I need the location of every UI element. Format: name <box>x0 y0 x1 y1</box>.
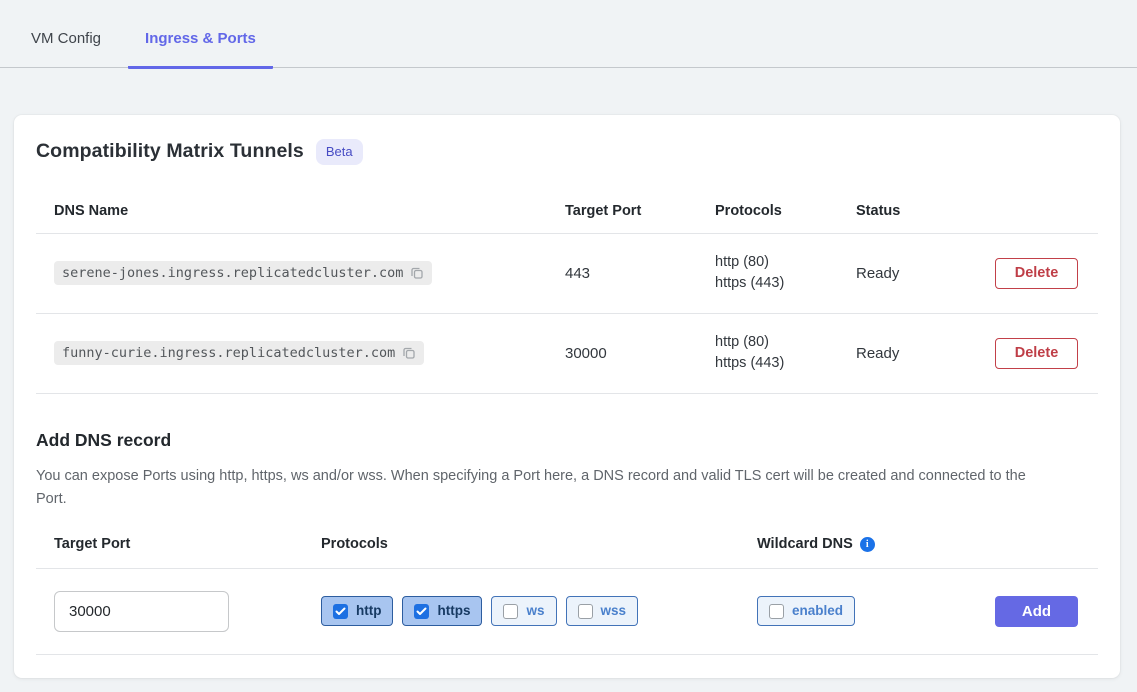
tab-ingress-ports[interactable]: Ingress & Ports <box>128 0 273 69</box>
tunnels-card: Compatibility Matrix Tunnels Beta DNS Na… <box>14 115 1120 678</box>
table-row: serene-jones.ingress.replicatedcluster.c… <box>36 234 1098 314</box>
target-port-cell: 30000 <box>565 345 715 362</box>
column-header-target-port: Target Port <box>565 203 715 219</box>
protocol-label: wss <box>601 603 627 619</box>
delete-button[interactable]: Delete <box>995 338 1078 369</box>
protocol-checkbox-https[interactable]: https <box>402 596 482 626</box>
info-icon[interactable]: i <box>860 537 875 552</box>
protocol-label: https <box>437 603 470 619</box>
dns-name-pill: funny-curie.ingress.replicatedcluster.co… <box>54 341 424 365</box>
checkbox-checked-icon <box>333 604 348 619</box>
tunnels-table: DNS Name Target Port Protocols Status se… <box>36 190 1098 394</box>
protocol-checkbox-http[interactable]: http <box>321 596 393 626</box>
checkbox-unchecked-icon <box>503 604 518 619</box>
dns-name-cell: serene-jones.ingress.replicatedcluster.c… <box>36 261 565 285</box>
actions-cell: Delete <box>976 258 1098 289</box>
dns-name-cell: funny-curie.ingress.replicatedcluster.co… <box>36 341 565 365</box>
protocol-line: https (443) <box>715 353 856 374</box>
column-header-protocols: Protocols <box>715 203 856 219</box>
add-form-row: http https ws wss <box>36 569 1098 654</box>
card-bottom-divider <box>36 654 1098 655</box>
table-row: funny-curie.ingress.replicatedcluster.co… <box>36 314 1098 394</box>
form-header-target-port: Target Port <box>36 536 321 552</box>
protocol-label: http <box>356 603 381 619</box>
wildcard-label: enabled <box>792 603 843 619</box>
dns-name-pill: serene-jones.ingress.replicatedcluster.c… <box>54 261 432 285</box>
dns-name-text: funny-curie.ingress.replicatedcluster.co… <box>62 345 395 361</box>
protocol-line: http (80) <box>715 332 856 353</box>
table-header-row: DNS Name Target Port Protocols Status <box>36 190 1098 234</box>
copy-icon[interactable] <box>402 346 416 360</box>
add-dns-record-description: You can expose Ports using http, https, … <box>36 465 1046 511</box>
checkbox-unchecked-icon <box>578 604 593 619</box>
copy-icon[interactable] <box>410 266 424 280</box>
page-title: Compatibility Matrix Tunnels <box>36 140 304 163</box>
add-form-header-row: Target Port Protocols Wildcard DNS i <box>36 521 1098 569</box>
delete-button[interactable]: Delete <box>995 258 1078 289</box>
form-header-protocols: Protocols <box>321 536 757 552</box>
column-header-status: Status <box>856 203 976 219</box>
card-header: Compatibility Matrix Tunnels Beta <box>36 139 1098 165</box>
protocol-chips: http https ws wss <box>321 596 757 626</box>
status-cell: Ready <box>856 345 976 362</box>
protocol-label: ws <box>526 603 544 619</box>
protocol-checkbox-ws[interactable]: ws <box>491 596 556 626</box>
protocols-cell: http (80) https (443) <box>715 252 856 294</box>
add-button[interactable]: Add <box>995 596 1078 627</box>
protocol-checkbox-wss[interactable]: wss <box>566 596 639 626</box>
target-port-cell: 443 <box>565 265 715 282</box>
actions-cell: Delete <box>976 338 1098 369</box>
form-header-wildcard-dns: Wildcard DNS <box>757 536 853 552</box>
tab-bar: VM Config Ingress & Ports <box>0 0 1137 68</box>
checkbox-unchecked-icon <box>769 604 784 619</box>
status-cell: Ready <box>856 265 976 282</box>
column-header-dns-name: DNS Name <box>36 203 565 219</box>
dns-name-text: serene-jones.ingress.replicatedcluster.c… <box>62 265 403 281</box>
tab-vm-config[interactable]: VM Config <box>14 0 118 69</box>
protocols-cell: http (80) https (443) <box>715 332 856 374</box>
protocol-line: http (80) <box>715 252 856 273</box>
target-port-input[interactable] <box>54 591 229 632</box>
wildcard-enabled-checkbox[interactable]: enabled <box>757 596 855 626</box>
checkbox-checked-icon <box>414 604 429 619</box>
protocol-line: https (443) <box>715 273 856 294</box>
add-dns-record-title: Add DNS record <box>36 430 1098 451</box>
beta-badge: Beta <box>316 139 363 165</box>
